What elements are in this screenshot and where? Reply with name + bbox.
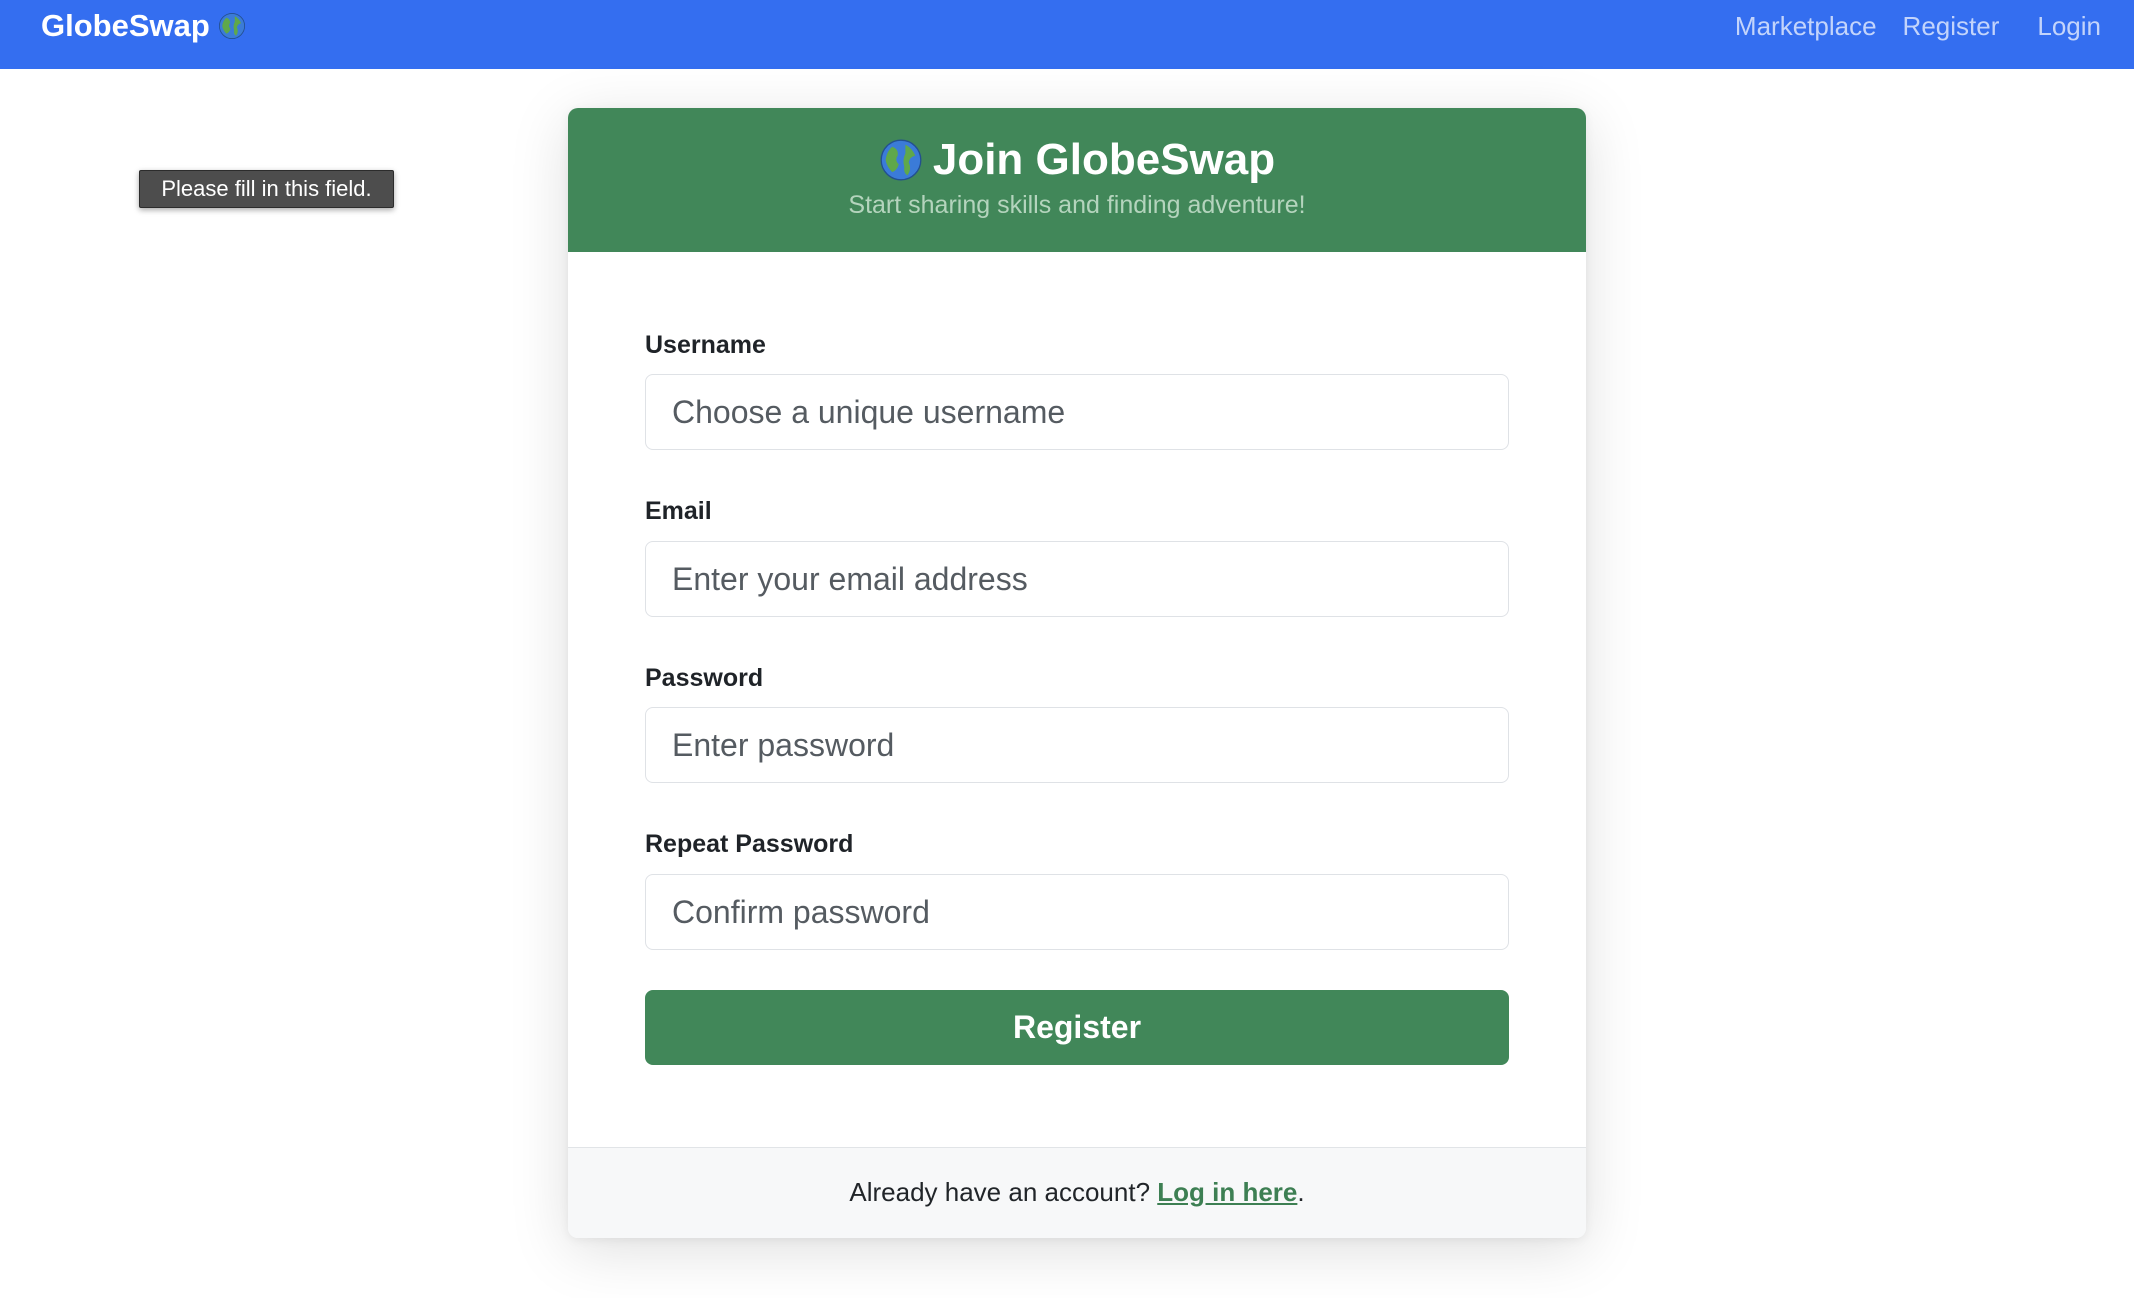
footer-period: .	[1297, 1177, 1305, 1207]
card-footer: Already have an account? Log in here.	[568, 1147, 1586, 1238]
login-link[interactable]: Log in here	[1157, 1177, 1297, 1207]
nav-links: Marketplace Register Login	[1709, 10, 2101, 42]
nav-link-register[interactable]: Register	[1903, 10, 2000, 42]
brand-logo[interactable]: GlobeSwap	[41, 9, 246, 43]
card-header: Join GlobeSwap	[568, 108, 1586, 252]
brand-name: GlobeSwap	[41, 8, 210, 43]
top-navbar: GlobeSwap Marketplace Register Login	[0, 0, 2134, 69]
nav-link-login[interactable]: Login	[2037, 10, 2101, 42]
card-title: Join GlobeSwap	[568, 134, 1586, 186]
email-label: Email	[645, 497, 712, 525]
nav-link-marketplace[interactable]: Marketplace	[1735, 10, 1877, 42]
card-title-text: Join GlobeSwap	[932, 135, 1276, 184]
username-label: Username	[645, 331, 766, 359]
username-input[interactable]	[645, 374, 1509, 450]
footer-prompt: Already have an account?	[849, 1177, 1158, 1207]
email-input[interactable]	[645, 541, 1509, 617]
password-label: Password	[645, 664, 764, 692]
repeat-password-input[interactable]	[645, 874, 1509, 950]
register-card: Join GlobeSwap Start sharing skills and …	[568, 108, 1586, 1238]
globe-icon	[880, 139, 922, 181]
register-button[interactable]: Register	[645, 990, 1509, 1065]
card-subtitle: Start sharing skills and finding adventu…	[848, 191, 1306, 219]
validation-tooltip: Please fill in this field.	[139, 170, 394, 208]
repeat-password-label: Repeat Password	[645, 830, 854, 858]
password-input[interactable]	[645, 707, 1509, 783]
globe-icon	[218, 12, 245, 40]
